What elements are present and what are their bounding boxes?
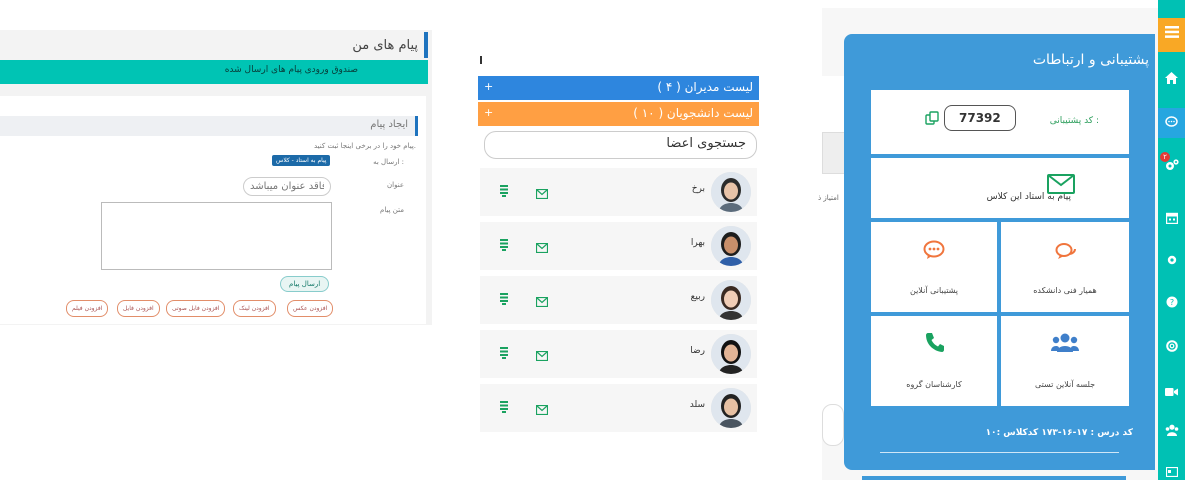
online-support-tile[interactable]: پشتیبانی آنلاین [871,222,997,312]
mail-icon[interactable] [535,400,549,419]
support-card: پشتیبانی و ارتباطات کد پشتیبانی : 77392 … [844,34,1155,470]
tab-sent[interactable]: پیام های ارسال شده [225,65,302,75]
avatar [711,172,751,212]
mail-icon[interactable] [535,184,549,203]
subject-input[interactable] [243,177,331,196]
add-audio-button[interactable]: افزودن فایل صوتی [166,300,226,317]
member-name: سلد [689,400,705,410]
group-icon [1051,332,1079,358]
messages-panel: پیام های من صندوق ورودی پیام های ارسال ش… [0,30,432,325]
avatar [711,388,751,428]
message-teacher-tile[interactable]: پیام به استاد این کلاس [871,158,1129,218]
envelope-icon [1047,174,1075,198]
tab-inbox[interactable]: صندوق ورودی [305,65,358,75]
notification-badge: ۲ [1160,152,1170,162]
expand-icon: + [484,106,494,119]
copy-icon[interactable] [925,110,939,129]
group-experts-label: کارشناسان گروه [906,380,962,389]
support-title: پشتیبانی و ارتباطات [1032,52,1149,68]
students-label: لیست دانشجویان ( ۱۰ ) [633,106,753,120]
member-row[interactable]: سلد [480,384,757,436]
managers-list-header[interactable]: + لیست مدیران ( ۴ ) [478,76,759,100]
add-link-button[interactable]: افزودن لینک [233,300,276,317]
lifebuoy-icon[interactable] [1158,340,1185,355]
member-search-input[interactable]: جستجوی اعضا [484,131,757,159]
subject-label: عنوان [387,181,404,189]
students-list-header[interactable]: + لیست دانشجویان ( ۱۰ ) [478,102,759,126]
mail-icon[interactable] [535,238,549,257]
users-icon[interactable] [1158,424,1185,439]
recipient-pill[interactable]: پیام به استاد - کلاس [272,155,331,166]
tech-assistant-tile[interactable]: همیار فنی دانشکده [1001,222,1129,312]
home-icon[interactable] [1158,72,1185,87]
svg-text:?: ? [1169,298,1173,307]
course-code: کد درس : ۱۷-۱۶-۱۷۳ کدکلاس :۱۰ [985,428,1133,438]
chat-message-icon[interactable] [500,398,508,417]
members-panel: + لیست مدیران ( ۴ ) + لیست دانشجویان ( ۱… [478,76,759,436]
member-name: ربیع [690,292,705,302]
phone-icon [925,332,945,356]
member-name: برخ [691,184,705,194]
body-label: متن پیام [380,206,404,214]
messages-tabs: صندوق ورودی پیام های ارسال شده [0,60,428,84]
messages-title: پیام های من [352,38,418,53]
add-photo-button[interactable]: افزودن عکس [287,300,334,317]
chat-message-icon[interactable] [500,236,508,255]
test-session-tile[interactable]: جلسه آنلاین تستی [1001,316,1129,406]
test-session-label: جلسه آنلاین تستی [1034,380,1096,389]
chat-message-icon[interactable] [500,182,508,201]
gear-icon[interactable] [1158,254,1185,269]
cursor-mark [480,56,482,64]
recipient-label: ارسال به : [373,158,404,166]
add-file-button[interactable]: افزودن فایل [117,300,160,317]
help-icon[interactable]: ? [1158,296,1185,311]
member-row[interactable]: رضا [480,330,757,384]
online-support-label: پشتیبانی آنلاین [909,286,959,295]
managers-label: لیست مدیران ( ۴ ) [657,80,753,94]
mail-icon[interactable] [535,346,549,365]
body-textarea[interactable] [101,202,332,270]
mail-icon[interactable] [535,292,549,311]
tech-assistant-label: همیار فنی دانشکده [1033,286,1097,295]
compose-accent [415,116,418,136]
member-row[interactable]: برخ [480,168,757,222]
chat-bubbles-icon [1055,242,1077,264]
header-accent [424,32,428,58]
member-row[interactable]: ربیع [480,276,757,330]
member-row[interactable]: بهرا [480,222,757,276]
messages-header: پیام های من [0,32,428,60]
send-button[interactable]: ارسال پیام [280,276,330,292]
avatar [711,226,751,266]
compose-form: ایجاد پیام پیام خود را در برخی اینجا ثبت… [0,96,426,324]
right-sidebar: ۲ ? [1158,0,1185,480]
member-name: رضا [690,346,705,356]
compose-hint: پیام خود را در برخی اینجا ثبت کنید. [313,142,416,150]
comment-dots-icon [923,240,945,264]
add-video-button[interactable]: افزودن فیلم [66,300,109,317]
chat-message-icon[interactable] [500,344,508,363]
support-code-value: 77392 [944,105,1016,131]
compose-header: ایجاد پیام [0,116,418,136]
hamburger-icon[interactable] [1158,26,1185,41]
support-code-tile: کد پشتیبانی : 77392 [871,90,1129,154]
compose-title: ایجاد پیام [370,119,408,130]
avatar [711,334,751,374]
calendar-icon[interactable] [1158,212,1185,227]
footer-divider [880,452,1119,453]
video-icon[interactable] [1158,386,1185,400]
support-code-label: کد پشتیبانی : [1049,116,1099,126]
group-experts-tile[interactable]: کارشناسان گروه [871,316,997,406]
member-name: بهرا [690,238,705,248]
id-card-icon[interactable] [1158,466,1185,480]
chat-message-icon[interactable] [500,290,508,309]
bg-fragment-text: امتیاز ذ [818,194,839,202]
expand-icon: + [484,80,494,93]
chat-icon[interactable] [1158,116,1185,131]
avatar [711,280,751,320]
